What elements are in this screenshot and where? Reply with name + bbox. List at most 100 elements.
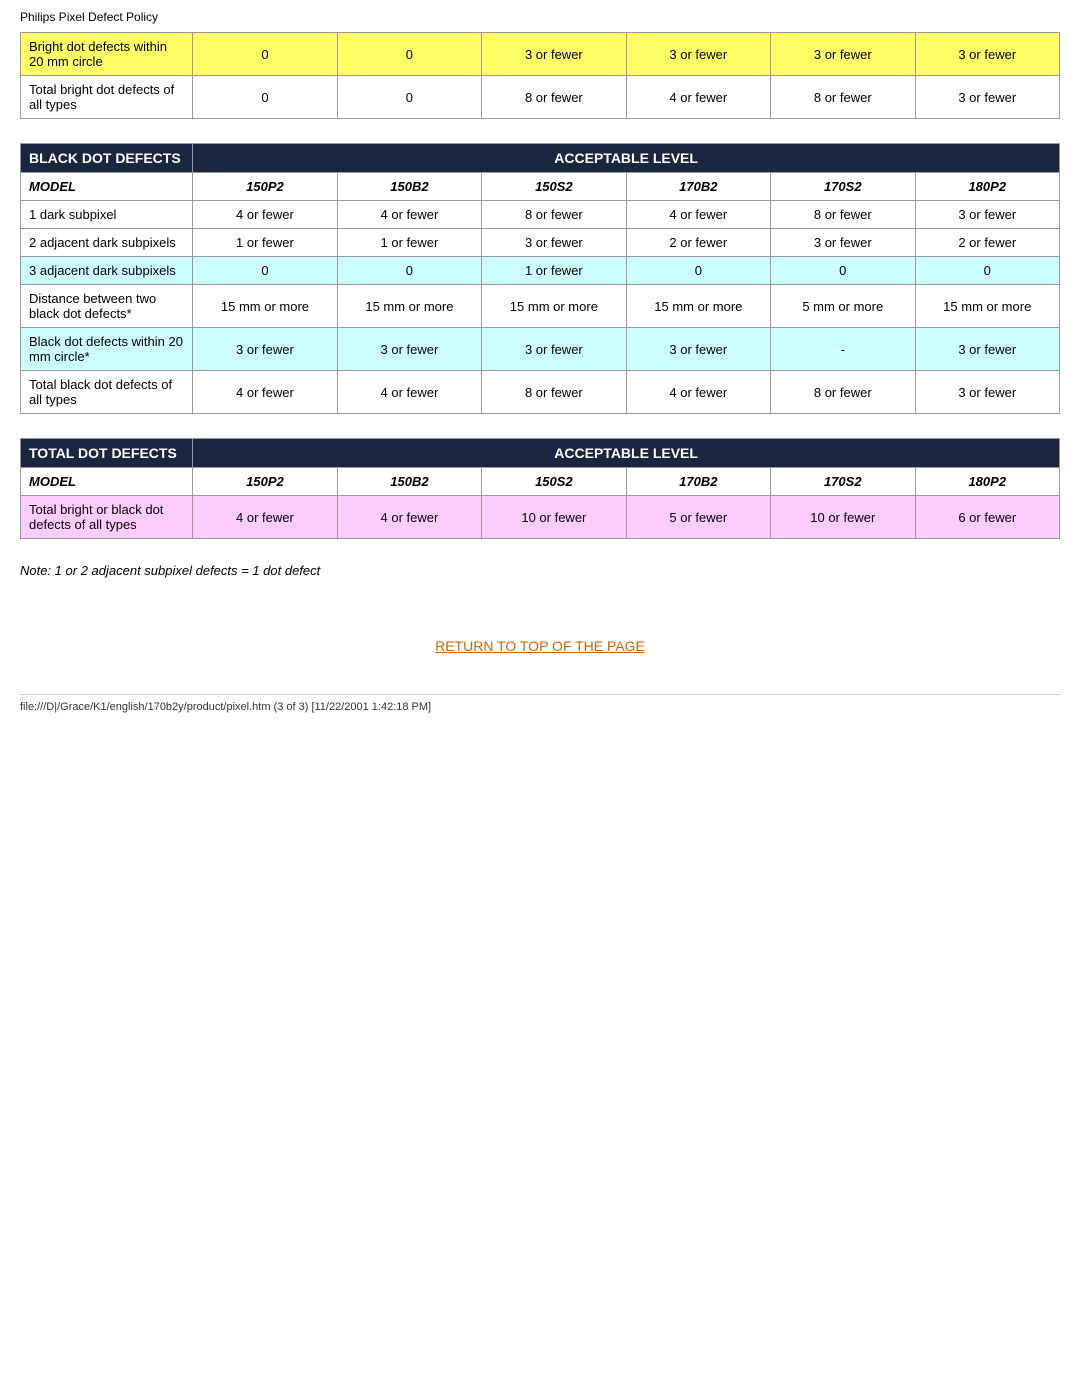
return-link-container: RETURN TO TOP OF THE PAGE: [20, 638, 1060, 654]
row-value-4: 5 mm or more: [771, 285, 915, 328]
row-value-2: 8 or fewer: [482, 76, 626, 119]
row-value-3: 5 or fewer: [626, 496, 770, 539]
row-value-0: 0: [193, 76, 337, 119]
row-label: 2 adjacent dark subpixels: [21, 229, 193, 257]
row-value-3: 0: [626, 257, 770, 285]
total-dot-acceptable-header: ACCEPTABLE LEVEL: [193, 439, 1060, 468]
row-value-5: 6 or fewer: [915, 496, 1060, 539]
black-dot-row-0: 1 dark subpixel4 or fewer4 or fewer8 or …: [21, 201, 1060, 229]
row-value-1: 0: [337, 76, 481, 119]
row-value-4: 8 or fewer: [771, 76, 915, 119]
row-value-1: 3 or fewer: [337, 328, 481, 371]
row-label: Total bright dot defects of all types: [21, 76, 193, 119]
row-value-3: 3 or fewer: [626, 33, 770, 76]
row-value-0: 3 or fewer: [193, 328, 337, 371]
row-value-0: 0: [193, 33, 337, 76]
model-label: MODEL: [21, 173, 193, 201]
row-value-5: 3 or fewer: [915, 201, 1060, 229]
black-dot-row-4: Black dot defects within 20 mm circle*3 …: [21, 328, 1060, 371]
row-value-2: 1 or fewer: [482, 257, 626, 285]
black-dot-row-1: 2 adjacent dark subpixels1 or fewer1 or …: [21, 229, 1060, 257]
model-label: MODEL: [21, 468, 193, 496]
row-value-1: 0: [337, 33, 481, 76]
row-value-1: 1 or fewer: [337, 229, 481, 257]
row-value-3: 4 or fewer: [626, 76, 770, 119]
total-dot-row-0: Total bright or black dot defects of all…: [21, 496, 1060, 539]
row-label: Total bright or black dot defects of all…: [21, 496, 193, 539]
row-value-5: 3 or fewer: [915, 371, 1060, 414]
bright-dot-row-1: Total bright dot defects of all types008…: [21, 76, 1060, 119]
row-value-4: 10 or fewer: [771, 496, 915, 539]
row-value-1: 0: [337, 257, 481, 285]
black-dot-row-3: Distance between two black dot defects*1…: [21, 285, 1060, 328]
row-value-3: 4 or fewer: [626, 201, 770, 229]
row-value-2: 8 or fewer: [482, 371, 626, 414]
black-dot-row-2: 3 adjacent dark subpixels001 or fewer000: [21, 257, 1060, 285]
model-150B2: 150B2: [337, 468, 481, 496]
model-150S2: 150S2: [482, 468, 626, 496]
row-value-0: 4 or fewer: [193, 496, 337, 539]
row-value-5: 3 or fewer: [915, 33, 1060, 76]
model-170S2: 170S2: [771, 468, 915, 496]
row-value-4: 3 or fewer: [771, 33, 915, 76]
model-180P2: 180P2: [915, 468, 1060, 496]
row-value-2: 10 or fewer: [482, 496, 626, 539]
model-170B2: 170B2: [626, 173, 770, 201]
row-value-1: 4 or fewer: [337, 496, 481, 539]
bright-dot-table: Bright dot defects within 20 mm circle00…: [20, 32, 1060, 119]
row-value-1: 15 mm or more: [337, 285, 481, 328]
row-value-2: 8 or fewer: [482, 201, 626, 229]
total-dot-header-row: TOTAL DOT DEFECTSACCEPTABLE LEVEL: [21, 439, 1060, 468]
black-dot-model-row: MODEL150P2150B2150S2170B2170S2180P2: [21, 173, 1060, 201]
row-value-4: -: [771, 328, 915, 371]
row-value-4: 8 or fewer: [771, 201, 915, 229]
row-value-5: 3 or fewer: [915, 328, 1060, 371]
row-value-0: 15 mm or more: [193, 285, 337, 328]
return-to-top-link[interactable]: RETURN TO TOP OF THE PAGE: [435, 638, 645, 654]
row-value-0: 1 or fewer: [193, 229, 337, 257]
row-label: Bright dot defects within 20 mm circle: [21, 33, 193, 76]
row-value-3: 3 or fewer: [626, 328, 770, 371]
total-dot-section-header: TOTAL DOT DEFECTS: [21, 439, 193, 468]
note-text: Note: 1 or 2 adjacent subpixel defects =…: [20, 563, 1060, 578]
row-value-0: 0: [193, 257, 337, 285]
row-value-2: 3 or fewer: [482, 229, 626, 257]
row-label: Distance between two black dot defects*: [21, 285, 193, 328]
row-value-3: 2 or fewer: [626, 229, 770, 257]
row-value-4: 3 or fewer: [771, 229, 915, 257]
row-value-4: 0: [771, 257, 915, 285]
black-dot-header-row: BLACK DOT DEFECTSACCEPTABLE LEVEL: [21, 144, 1060, 173]
status-bar: file:///D|/Grace/K1/english/170b2y/produ…: [20, 694, 1060, 713]
row-value-1: 4 or fewer: [337, 371, 481, 414]
model-150S2: 150S2: [482, 173, 626, 201]
total-dot-table: TOTAL DOT DEFECTSACCEPTABLE LEVELMODEL15…: [20, 438, 1060, 539]
row-value-3: 4 or fewer: [626, 371, 770, 414]
row-value-5: 3 or fewer: [915, 76, 1060, 119]
black-dot-acceptable-header: ACCEPTABLE LEVEL: [193, 144, 1060, 173]
row-value-0: 4 or fewer: [193, 371, 337, 414]
black-dot-table: BLACK DOT DEFECTSACCEPTABLE LEVELMODEL15…: [20, 143, 1060, 414]
row-value-2: 3 or fewer: [482, 328, 626, 371]
total-model-row: MODEL150P2150B2150S2170B2170S2180P2: [21, 468, 1060, 496]
page-title: Philips Pixel Defect Policy: [20, 10, 1060, 24]
model-170S2: 170S2: [771, 173, 915, 201]
row-value-1: 4 or fewer: [337, 201, 481, 229]
row-value-0: 4 or fewer: [193, 201, 337, 229]
row-value-4: 8 or fewer: [771, 371, 915, 414]
black-dot-row-5: Total black dot defects of all types4 or…: [21, 371, 1060, 414]
model-150P2: 150P2: [193, 468, 337, 496]
row-value-2: 3 or fewer: [482, 33, 626, 76]
row-label: Total black dot defects of all types: [21, 371, 193, 414]
model-150P2: 150P2: [193, 173, 337, 201]
row-value-5: 2 or fewer: [915, 229, 1060, 257]
model-170B2: 170B2: [626, 468, 770, 496]
row-label: 3 adjacent dark subpixels: [21, 257, 193, 285]
model-150B2: 150B2: [337, 173, 481, 201]
row-value-3: 15 mm or more: [626, 285, 770, 328]
row-value-5: 0: [915, 257, 1060, 285]
row-label: Black dot defects within 20 mm circle*: [21, 328, 193, 371]
row-label: 1 dark subpixel: [21, 201, 193, 229]
row-value-2: 15 mm or more: [482, 285, 626, 328]
black-dot-section-header: BLACK DOT DEFECTS: [21, 144, 193, 173]
model-180P2: 180P2: [915, 173, 1060, 201]
